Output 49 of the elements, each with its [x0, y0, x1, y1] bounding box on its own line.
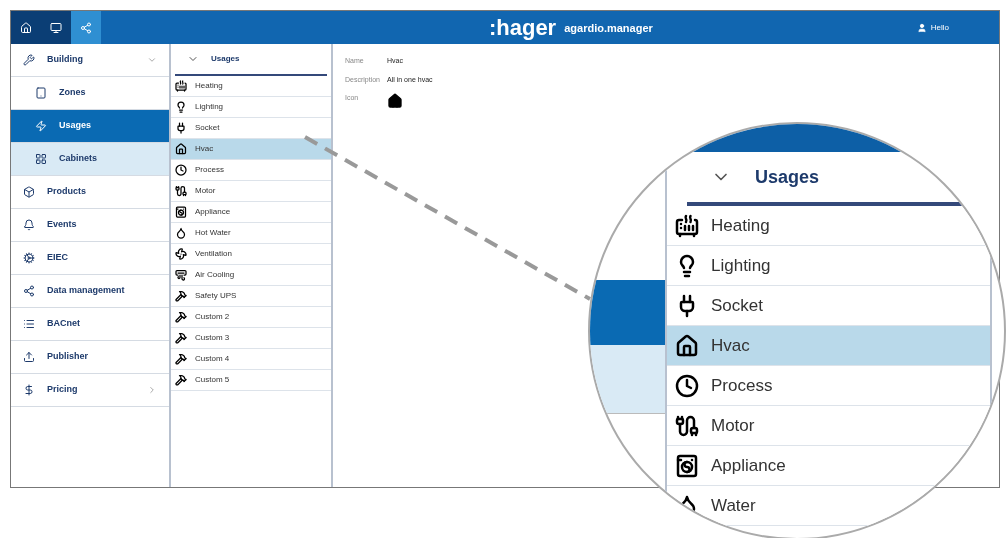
nav-icon	[50, 21, 62, 34]
usage-icon	[175, 164, 187, 176]
usage-icon	[175, 353, 187, 365]
menu-icon	[23, 54, 35, 66]
menu-icon	[23, 384, 35, 396]
menu-icon	[35, 120, 47, 132]
usage-icon	[175, 143, 187, 155]
nav-icon	[20, 21, 32, 34]
usage-list-item[interactable]: Hvac	[171, 139, 331, 160]
brand-logo: :hager	[488, 16, 557, 39]
usage-icon	[175, 290, 187, 302]
usage-icon	[175, 311, 187, 323]
usage-icon	[675, 333, 699, 358]
usage-icon	[175, 185, 187, 197]
usage-icon	[675, 213, 699, 238]
menu-icon	[23, 318, 35, 330]
menu-icon	[23, 351, 35, 363]
usage-icon	[175, 206, 187, 218]
menu-icon	[35, 87, 47, 99]
usage-icon	[175, 269, 187, 281]
user-icon	[916, 22, 927, 33]
usage-icon	[675, 413, 699, 438]
nav-button[interactable]	[11, 11, 41, 44]
product-name: agardio.manager	[564, 21, 653, 36]
usage-icon	[175, 101, 187, 113]
usage-list-item[interactable]: Lighting	[667, 246, 990, 286]
menu-icon	[23, 186, 35, 198]
panel-title: Usages	[211, 53, 240, 65]
usage-icon	[175, 248, 187, 260]
usage-icon	[175, 122, 187, 134]
menu-icon	[35, 153, 47, 165]
menu-icon	[23, 252, 35, 264]
usage-icon	[175, 80, 187, 92]
house-icon	[387, 93, 403, 109]
sidebar-item[interactable]: Usages	[11, 110, 169, 143]
panel-title: Usages	[755, 165, 820, 189]
sidebar-item[interactable]: Cabinets	[11, 143, 169, 176]
usage-icon	[675, 453, 699, 478]
usage-list-item[interactable]: Motor	[667, 406, 990, 446]
usage-icon	[175, 227, 187, 239]
usage-icon	[175, 374, 187, 386]
menu-icon	[23, 285, 35, 297]
menu-icon	[23, 219, 35, 231]
usage-icon	[675, 373, 699, 398]
user-menu[interactable]: Hello	[900, 21, 999, 34]
nav-button[interactable]	[41, 11, 71, 44]
usage-list-item[interactable]: Hvac	[667, 326, 990, 366]
nav-icon	[80, 21, 92, 34]
usage-icon	[175, 332, 187, 344]
